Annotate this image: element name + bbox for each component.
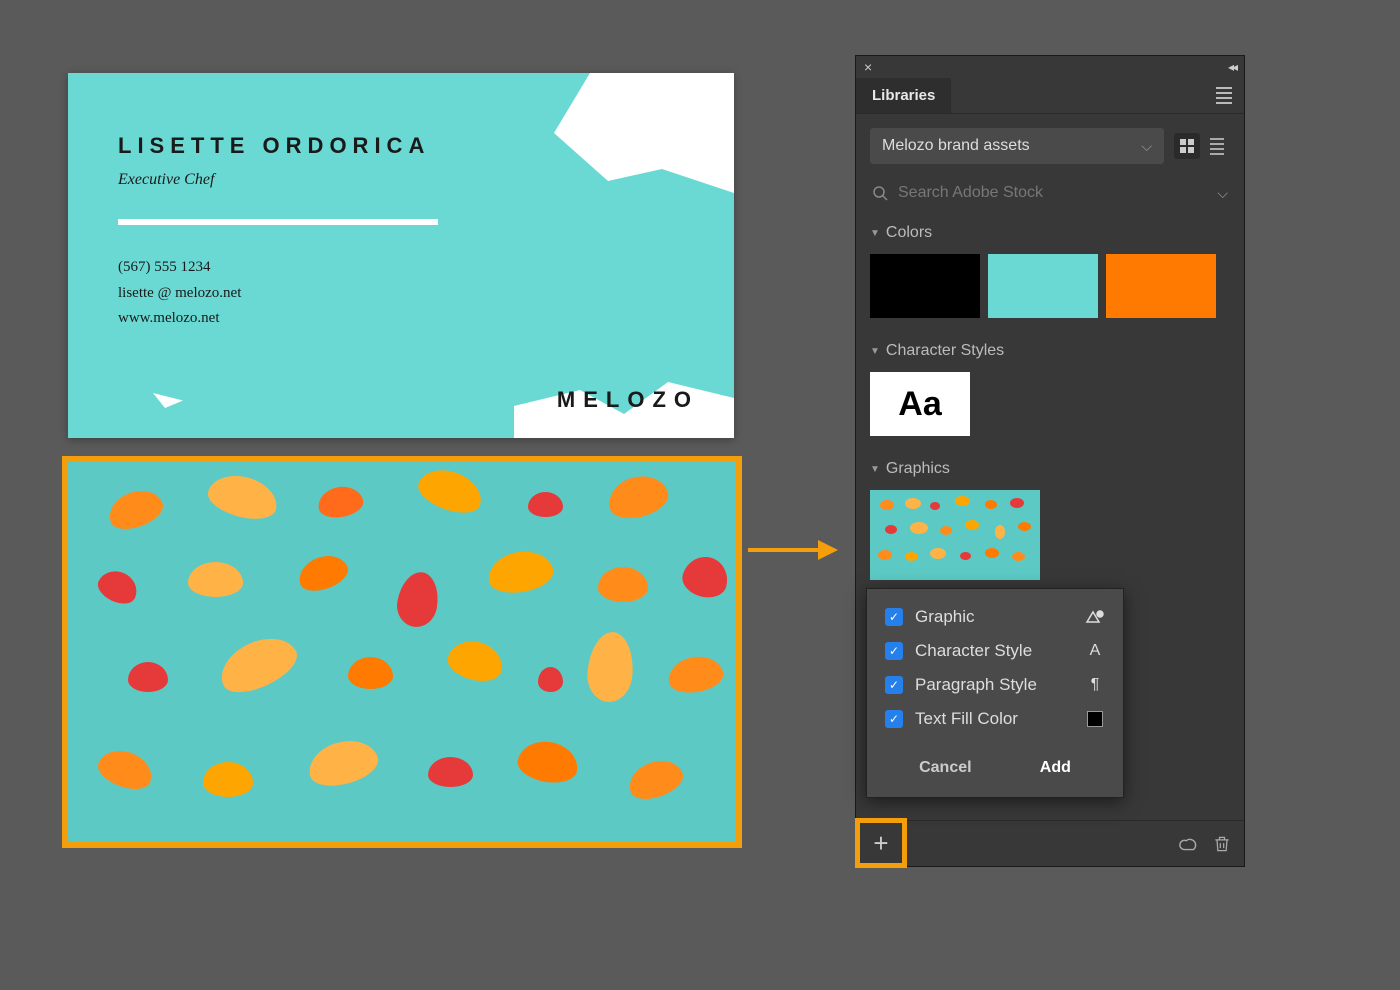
triangle-down-icon: ▼ (870, 464, 880, 475)
popup-label-text-fill-color: Text Fill Color (915, 709, 1073, 729)
plus-icon: + (873, 828, 888, 859)
annotation-arrow (748, 540, 838, 560)
checkbox-character-style[interactable]: ✓ (885, 642, 903, 660)
tab-libraries[interactable]: Libraries (856, 78, 951, 113)
checkbox-paragraph-style[interactable]: ✓ (885, 676, 903, 694)
card-phone: (567) 555 1234 (118, 255, 438, 281)
graphic-type-icon (1085, 607, 1105, 627)
character-style-item[interactable]: Aa (870, 372, 970, 436)
cancel-button[interactable]: Cancel (911, 755, 979, 781)
chevron-down-icon: ⌵ (1141, 138, 1152, 155)
section-graphics-label: Graphics (886, 460, 950, 478)
panel-menu-icon[interactable] (1204, 78, 1244, 113)
card-divider (118, 219, 438, 225)
business-card-artwork: LISETTE ORDORICA Executive Chef (567) 55… (68, 73, 734, 438)
creative-cloud-icon[interactable] (1178, 833, 1200, 855)
fleck-shape (153, 393, 183, 408)
paragraph-style-type-icon: ¶ (1085, 675, 1105, 695)
fill-color-swatch-icon (1085, 709, 1105, 729)
section-character-styles-header[interactable]: ▼ Character Styles (870, 334, 1230, 368)
color-swatch-teal[interactable] (988, 254, 1098, 318)
checkbox-graphic[interactable]: ✓ (885, 608, 903, 626)
checkbox-text-fill-color[interactable]: ✓ (885, 710, 903, 728)
grid-view-button[interactable] (1174, 133, 1200, 159)
section-graphics-header[interactable]: ▼ Graphics (870, 452, 1230, 486)
close-icon[interactable]: × (864, 59, 872, 75)
library-selector[interactable]: Melozo brand assets ⌵ (870, 128, 1164, 164)
character-style-type-icon: A (1085, 641, 1105, 661)
section-character-styles-label: Character Styles (886, 342, 1004, 360)
library-selected-name: Melozo brand assets (882, 137, 1030, 155)
add-asset-popup: ✓ Graphic ✓ Character Style A ✓ Paragrap… (866, 588, 1124, 798)
popup-label-paragraph-style: Paragraph Style (915, 675, 1073, 695)
triangle-down-icon: ▼ (870, 228, 880, 239)
search-dropdown-icon[interactable]: ⌵ (1217, 185, 1228, 202)
card-website: www.melozo.net (118, 306, 438, 332)
search-input[interactable] (898, 184, 1207, 202)
popup-label-character-style: Character Style (915, 641, 1073, 661)
graphic-item-peppers[interactable] (870, 490, 1040, 580)
card-logo: MELOZO (557, 387, 699, 413)
color-swatch-orange[interactable] (1106, 254, 1216, 318)
trash-icon[interactable] (1212, 834, 1232, 854)
card-name: LISETTE ORDORICA (118, 133, 438, 159)
search-icon (872, 185, 888, 201)
triangle-down-icon: ▼ (870, 346, 880, 357)
card-job-title: Executive Chef (118, 171, 438, 189)
popup-label-graphic: Graphic (915, 607, 1073, 627)
selected-image-peppers[interactable] (62, 456, 742, 848)
collapse-icon[interactable]: ◂◂ (1228, 60, 1236, 74)
list-view-button[interactable] (1204, 133, 1230, 159)
card-email: lisette @ melozo.net (118, 281, 438, 307)
add-content-button[interactable]: + (855, 818, 907, 868)
add-button[interactable]: Add (1032, 755, 1079, 781)
section-colors-header[interactable]: ▼ Colors (870, 216, 1230, 250)
tear-shape-top (554, 73, 734, 193)
color-swatch-black[interactable] (870, 254, 980, 318)
section-colors-label: Colors (886, 224, 932, 242)
